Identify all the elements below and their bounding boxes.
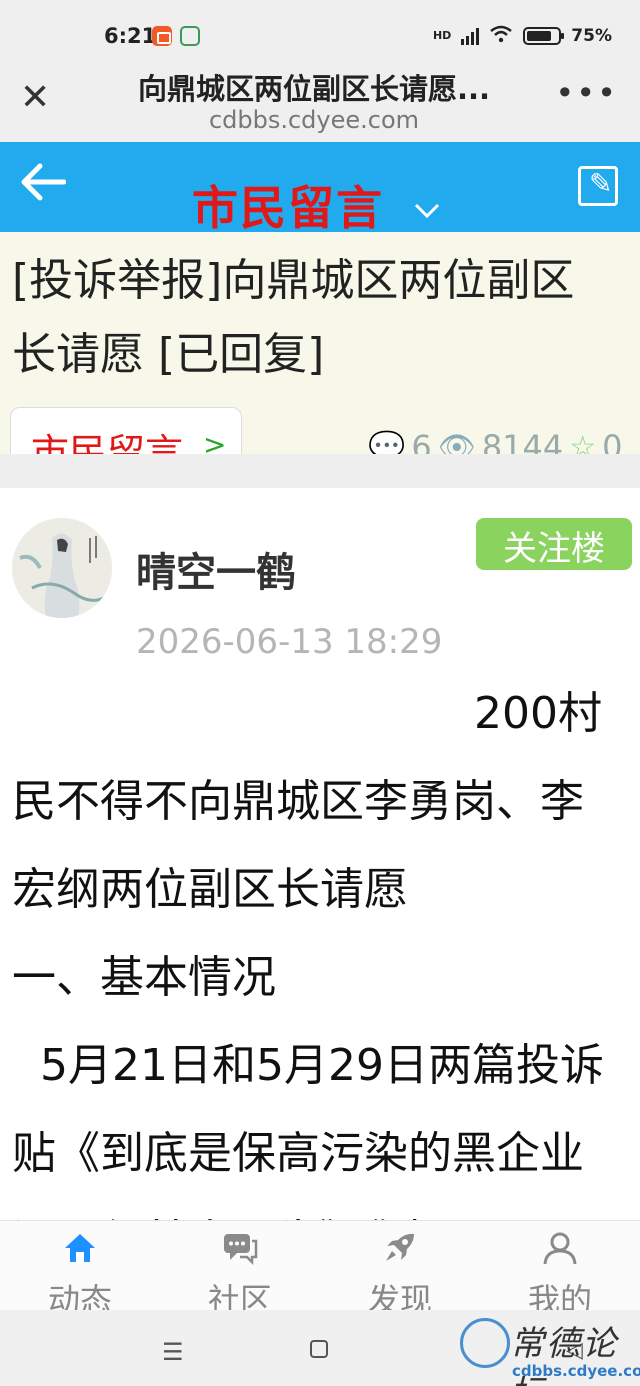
network-type-label: HD [432, 29, 452, 42]
home-square-icon[interactable] [310, 1340, 328, 1358]
forum-section-title[interactable]: 市民留言 [192, 180, 384, 232]
wifi-icon [489, 24, 513, 48]
forum-logo-icon [460, 1318, 510, 1368]
browser-title-bar: ✕ 向鼎城区两位副区长请愿... cdbbs.cdyee.com ••• [0, 60, 640, 142]
tab-label: 社区 [207, 1281, 272, 1310]
follow-button[interactable]: 关注楼 [476, 518, 632, 570]
post-body: 200村民不得不向鼎城区李勇岗、李宏纲两位副区长请愿 一、基本情况 5月21日和… [12, 670, 622, 1220]
rocket-icon [382, 1231, 418, 1265]
notification-icon [152, 26, 172, 46]
page-url: cdbbs.cdyee.com [208, 106, 420, 134]
watermark-url: cdbbs.cdyee.com [512, 1362, 640, 1380]
view-count: 8144 [481, 428, 564, 454]
more-dots-icon[interactable]: ••• [555, 74, 618, 112]
user-icon [542, 1231, 578, 1265]
watermark: 常德论坛 cdbbs.cdyee.com [460, 1318, 640, 1386]
page-title: 向鼎城区两位副区长请愿... [137, 72, 491, 106]
section-divider [0, 454, 640, 488]
menu-icon[interactable]: ☰ [162, 1338, 184, 1366]
status-bar: 6:21 HD 75% [0, 0, 640, 60]
tab-label: 发现 [367, 1281, 432, 1310]
comment-count: 6 [411, 428, 432, 454]
battery-percent: 75% [571, 26, 612, 46]
star-icon[interactable]: ☆ [569, 430, 596, 455]
back-arrow-icon[interactable] [20, 162, 67, 210]
app-header: 市民留言 [0, 142, 640, 232]
status-time: 6:21 [104, 24, 157, 48]
category-chip[interactable]: 市民留言 > [10, 407, 242, 454]
thread-stats: 💬 6 👁 8144 ☆ 0 [368, 428, 623, 454]
thread-header: [投诉举报]向鼎城区两位副区长请愿 [已回复] 市民留言 > 💬 6 👁 814… [0, 232, 640, 454]
tab-mine[interactable]: 我的 [480, 1221, 640, 1310]
app-notification-icon [180, 26, 200, 46]
tab-discover[interactable]: 发现 [320, 1221, 480, 1310]
close-icon[interactable]: ✕ [20, 80, 50, 116]
tab-label: 我的 [527, 1281, 592, 1310]
category-chip-label: 市民留言 [31, 431, 184, 454]
tab-label: 动态 [47, 1281, 112, 1310]
post-date: 2026-06-13 18:29 [136, 622, 443, 662]
post-paragraph: 一、基本情况 [12, 952, 276, 1003]
post-paragraph: 200村民不得不向鼎城区李勇岗、李宏纲两位副区长请愿 [12, 688, 602, 915]
author-name[interactable]: 晴空一鹤 [136, 540, 296, 598]
bottom-tab-bar: 动态 社区 发现 我的 [0, 1220, 640, 1310]
edit-icon[interactable] [578, 166, 618, 206]
thread-title: [投诉举报]向鼎城区两位副区长请愿 [已回复] [12, 255, 575, 380]
home-icon [62, 1231, 98, 1265]
chat-icon [222, 1231, 258, 1266]
battery-icon [523, 27, 565, 45]
signal-icon [461, 27, 480, 45]
chevron-right-icon: > [203, 428, 227, 454]
favorite-count: 0 [602, 428, 623, 454]
avatar[interactable] [12, 518, 112, 618]
tab-community[interactable]: 社区 [160, 1221, 320, 1310]
comment-icon: 💬 [368, 429, 406, 455]
post-paragraph: 5月21日和5月29日两篇投诉贴《到底是保高污染的黑企业还是保基本民生》《请 [12, 1040, 604, 1220]
tab-dynamic[interactable]: 动态 [0, 1221, 160, 1310]
eye-icon: 👁 [437, 429, 476, 455]
post-card: 晴空一鹤 关注楼 2026-06-13 18:29 200村民不得不向鼎城区李勇… [0, 488, 640, 1220]
status-indicators: HD 75% [433, 24, 612, 48]
chevron-down-icon[interactable] [414, 196, 440, 226]
